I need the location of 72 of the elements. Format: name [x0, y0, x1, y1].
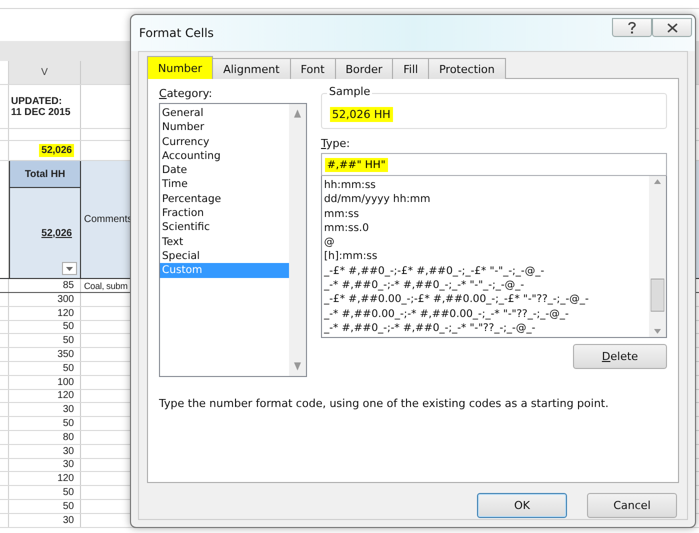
- category-item[interactable]: Percentage: [160, 192, 289, 206]
- table-cell: Coal, subm: [84, 280, 128, 290]
- table-cell: 50: [62, 500, 74, 512]
- ok-button[interactable]: OK: [477, 493, 567, 518]
- tab[interactable]: Protection: [428, 58, 506, 79]
- table-cell: 50: [62, 418, 74, 430]
- sample-label: Sample: [327, 85, 372, 98]
- cancel-button[interactable]: Cancel: [587, 493, 677, 518]
- category-item[interactable]: Accounting: [160, 148, 289, 164]
- input-field[interactable]: #,##" HH": [321, 153, 667, 176]
- format-list[interactable]: [321, 176, 667, 338]
- format-item[interactable]: _-* #,##0_-;-* #,##0_-;_-* "-"??_-;_-@_-: [322, 320, 649, 336]
- category-item[interactable]: Currency: [160, 134, 289, 149]
- description: Type the number format code, using one of the existing codes as a starting point.: [159, 397, 610, 410]
- category-item[interactable]: Fraction: [160, 206, 289, 220]
- table-cell: 85: [62, 280, 74, 291]
- total-value: 52,026: [41, 228, 72, 238]
- table-cell: 100: [57, 376, 74, 388]
- close-icon: [666, 22, 678, 32]
- help-icon: [627, 21, 637, 34]
- tab[interactable]: Number: [147, 56, 214, 79]
- window-title: Format Cells: [139, 26, 214, 40]
- format-item[interactable]: _-£* #,##0.00_-;-£* #,##0.00_-;_-£* "-"??_-;_-@_-: [322, 292, 649, 307]
- table-cell: 300: [57, 294, 74, 305]
- help-button[interactable]: [612, 18, 652, 37]
- format-item[interactable]: _-* #,##0.00_-;-* #,##0.00_-;_-* "-"??_-;_-@_-: [322, 306, 649, 321]
- format-item[interactable]: @: [322, 235, 649, 250]
- category-item[interactable]: Number: [160, 120, 289, 135]
- category-item[interactable]: General: [160, 106, 289, 120]
- sample-value: 52,026 HH: [330, 106, 393, 122]
- category-item[interactable]: Date: [160, 163, 289, 178]
- format-item[interactable]: _-£* #,##0_-;-£* #,##0_-;_-£* "-"_-;_-@_-: [322, 264, 649, 278]
- table-cell: 30: [62, 514, 74, 526]
- category-item[interactable]: Special: [160, 248, 289, 264]
- delete-button[interactable]: Delete: [573, 344, 667, 369]
- tab[interactable]: Alignment: [212, 58, 291, 79]
- category-item[interactable]: Text: [160, 234, 289, 249]
- table-cell: 120: [57, 390, 74, 402]
- table-cell: 120: [57, 473, 74, 484]
- table-cell: 30: [62, 446, 74, 457]
- tab[interactable]: Font: [290, 58, 336, 79]
- category-list[interactable]: General Number Currency Accounting Date Time Percentage Fraction Scientific Text Special Custom: [159, 103, 307, 377]
- category-label: Category:: [159, 87, 214, 100]
- format-item[interactable]: mm:ss.0: [322, 220, 649, 236]
- format-item[interactable]: [h]:mm:ss: [322, 249, 649, 264]
- tab[interactable]: Fill: [392, 58, 430, 79]
- close-button[interactable]: [652, 18, 692, 37]
- category-item[interactable]: Time: [160, 177, 289, 192]
- format-item[interactable]: _-* #,##0_-;-* #,##0_-;_-* "-"_-;_-@_-: [322, 278, 649, 292]
- table-cell: 50: [62, 321, 74, 332]
- column-header[interactable]: V: [9, 61, 81, 84]
- table-cell: 50: [62, 362, 74, 374]
- total-value: 52,026: [39, 144, 74, 157]
- format-item[interactable]: hh:mm:ss: [322, 178, 649, 192]
- table-cell: 50: [62, 335, 74, 346]
- table-cell: 30: [62, 459, 74, 470]
- scrollbar[interactable]: [289, 104, 306, 376]
- table-cell: 30: [62, 404, 74, 416]
- type-label: Type:: [321, 137, 351, 150]
- format-item[interactable]: dd/mm/yyyy hh:mm: [322, 192, 649, 207]
- category-item[interactable]: Scientific: [160, 220, 289, 235]
- column-title: Total HH: [10, 161, 80, 188]
- tab[interactable]: Border: [334, 58, 394, 79]
- table-cell: 120: [57, 308, 74, 319]
- table-cell: 80: [62, 432, 74, 443]
- table-cell: 350: [57, 349, 74, 360]
- updated-note: UPDATED: 11 DEC 2015: [11, 96, 70, 118]
- scrollbar[interactable]: [649, 176, 666, 337]
- table-cell: 50: [62, 487, 74, 498]
- format-item[interactable]: mm:ss: [322, 206, 649, 221]
- filter-dropdown[interactable]: [62, 262, 77, 275]
- caret-icon: [66, 266, 73, 270]
